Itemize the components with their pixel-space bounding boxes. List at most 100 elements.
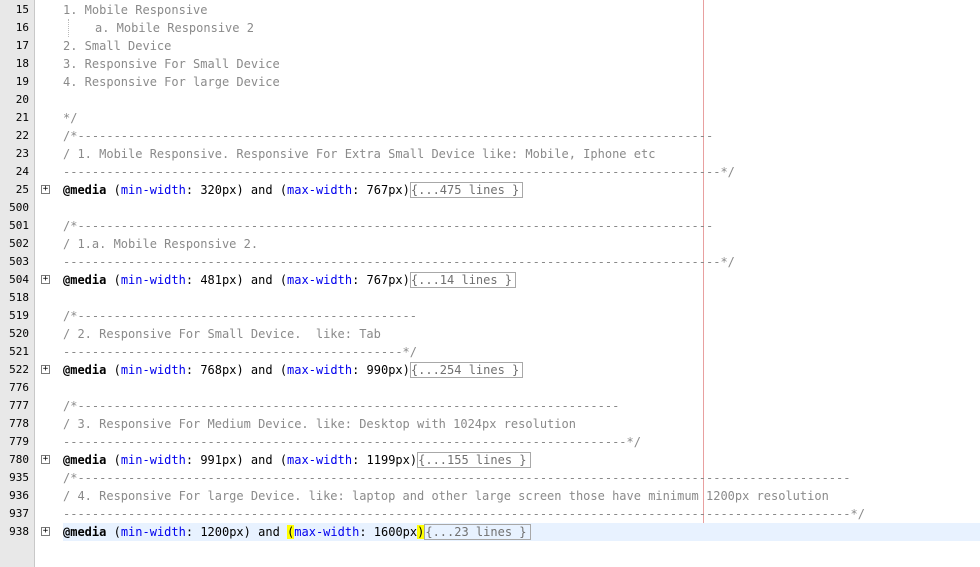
code-line[interactable]: 936 / 4. Responsive For large Device. lik… [0,487,980,505]
open-paren: ( [279,363,288,377]
max-width-property: max-width [294,525,360,539]
paren: ( [113,525,121,539]
code-editor[interactable]: 15 1. Mobile Responsive 16 a. Mobile Respon… [0,1,980,541]
line-number: 519 [9,309,29,322]
fold-expand-icon[interactable]: + [41,527,50,536]
comment-text: /*--------------------------------------… [63,399,620,413]
code-line[interactable]: 504 + @media (min-width: 481px) and (max-w… [0,271,980,289]
fold-expand-icon[interactable]: + [41,185,50,194]
code-line[interactable]: 24 --------------------------------------… [0,163,980,181]
close-paren: ) [402,273,410,287]
line-number: 17 [15,39,29,52]
line-number: 777 [9,399,29,412]
comment-text: 2. Small Device [63,39,172,53]
code-line[interactable]: 521 -------------------------------------… [0,343,980,361]
max-width-value: 1600px [373,525,418,539]
indent-guide [68,19,69,37]
at-rule-keyword: @media [63,183,107,197]
line-number: 935 [9,471,29,484]
code-line[interactable]: 500 [0,199,980,217]
min-width-value: 991px [200,453,237,467]
comment-text: 1. Mobile Responsive [63,3,208,17]
paren: ( [113,453,121,467]
code-line[interactable]: 502 / 1.a. Mobile Responsive 2. [0,235,980,253]
fold-expand-icon[interactable]: + [41,365,50,374]
code-line[interactable]: 19 4. Responsive For large Device [0,73,980,91]
max-width-property: max-width [287,453,353,467]
min-width-property: min-width [120,183,186,197]
line-number: 23 [15,147,29,160]
comment-text: / 1.a. Mobile Responsive 2. [63,237,259,251]
media-query[interactable]: @media (min-width: 320px) and (max-width… [63,181,980,199]
code-line[interactable]: 25 + @media (min-width: 320px) and (max-wi… [0,181,980,199]
code-line[interactable]: 937 -------------------------------------… [0,505,980,523]
max-width-value: 1199px [366,453,410,467]
line-number: 521 [9,345,29,358]
at-rule-keyword: @media [63,363,107,377]
max-width-property: max-width [287,363,353,377]
open-paren: ( [279,183,288,197]
collapsed-block-marker[interactable]: {...14 lines } [409,272,517,288]
collapsed-block-marker[interactable]: {...155 lines } [417,452,531,468]
code-line[interactable]: 935 /*-----------------------------------… [0,469,980,487]
line-number: 18 [15,57,29,70]
code-line[interactable]: 520 / 2. Responsive For Small Device. lik… [0,325,980,343]
code-line[interactable]: 519 /*-----------------------------------… [0,307,980,325]
collapsed-block-marker[interactable]: {...475 lines } [409,182,524,198]
open-paren: ( [279,453,288,467]
at-rule-keyword: @media [63,525,107,539]
line-number: 518 [9,291,29,304]
min-width-property: min-width [120,363,186,377]
fold-expand-icon[interactable]: + [41,275,50,284]
code-line[interactable]: 22 /*------------------------------------… [0,127,980,145]
comment-text: ----------------------------------------… [63,345,418,359]
code-line[interactable]: 518 [0,289,980,307]
comment-text: 3. Responsive For Small Device [63,57,280,71]
code-line[interactable]: 17 2. Small Device [0,37,980,55]
line-number: 936 [9,489,29,502]
min-width-property: min-width [120,525,186,539]
at-rule-keyword: @media [63,453,107,467]
close-paren: ) [402,363,410,377]
code-line[interactable]: 503 -------------------------------------… [0,253,980,271]
collapsed-block-marker[interactable]: {...23 lines } [424,524,531,540]
min-width-value: 481px [200,273,237,287]
comment-text: /*--------------------------------------… [63,129,714,143]
code-line[interactable]: 18 3. Responsive For Small Device [0,55,980,73]
min-width-value: 320px [200,183,237,197]
media-query[interactable]: @media (min-width: 991px) and (max-width… [63,451,980,469]
and-keyword: and [250,453,273,467]
code-line[interactable]: 938 + @media (min-width: 1200px) and (max-… [0,523,980,541]
line-number: 16 [15,21,29,34]
media-query[interactable]: @media (min-width: 481px) and (max-width… [63,271,980,289]
open-paren: ( [279,273,288,287]
and-keyword: and [250,363,273,377]
line-number: 504 [9,273,29,286]
line-number: 15 [15,3,29,16]
code-line[interactable]: 776 [0,379,980,397]
line-number: 778 [9,417,29,430]
code-line[interactable]: 21 */ [0,109,980,127]
code-line[interactable]: 16 a. Mobile Responsive 2 [0,19,980,37]
code-line[interactable]: 777 /*-----------------------------------… [0,397,980,415]
comment-text: a. Mobile Responsive 2 [95,21,254,35]
paren: ( [113,273,121,287]
comment-text: ----------------------------------------… [63,165,735,179]
code-line[interactable]: 778 / 3. Responsive For Medium Device. li… [0,415,980,433]
and-keyword: and [258,525,280,539]
line-number: 24 [15,165,29,178]
fold-expand-icon[interactable]: + [41,455,50,464]
media-query[interactable]: @media (min-width: 1200px) and (max-widt… [63,523,980,541]
line-number: 501 [9,219,29,232]
code-line[interactable]: 20 [0,91,980,109]
code-line[interactable]: 522 + @media (min-width: 768px) and (max-w… [0,361,980,379]
code-line[interactable]: 501 /*-----------------------------------… [0,217,980,235]
code-line[interactable]: 15 1. Mobile Responsive [0,1,980,19]
comment-text: /*--------------------------------------… [63,219,714,233]
code-line[interactable]: 779 -------------------------------------… [0,433,980,451]
comment-text: / 3. Responsive For Medium Device. like:… [63,417,576,431]
media-query[interactable]: @media (min-width: 768px) and (max-width… [63,361,980,379]
code-line[interactable]: 23 / 1. Mobile Responsive. Responsive For… [0,145,980,163]
code-line[interactable]: 780 + @media (min-width: 991px) and (max-w… [0,451,980,469]
collapsed-block-marker[interactable]: {...254 lines } [409,362,524,378]
